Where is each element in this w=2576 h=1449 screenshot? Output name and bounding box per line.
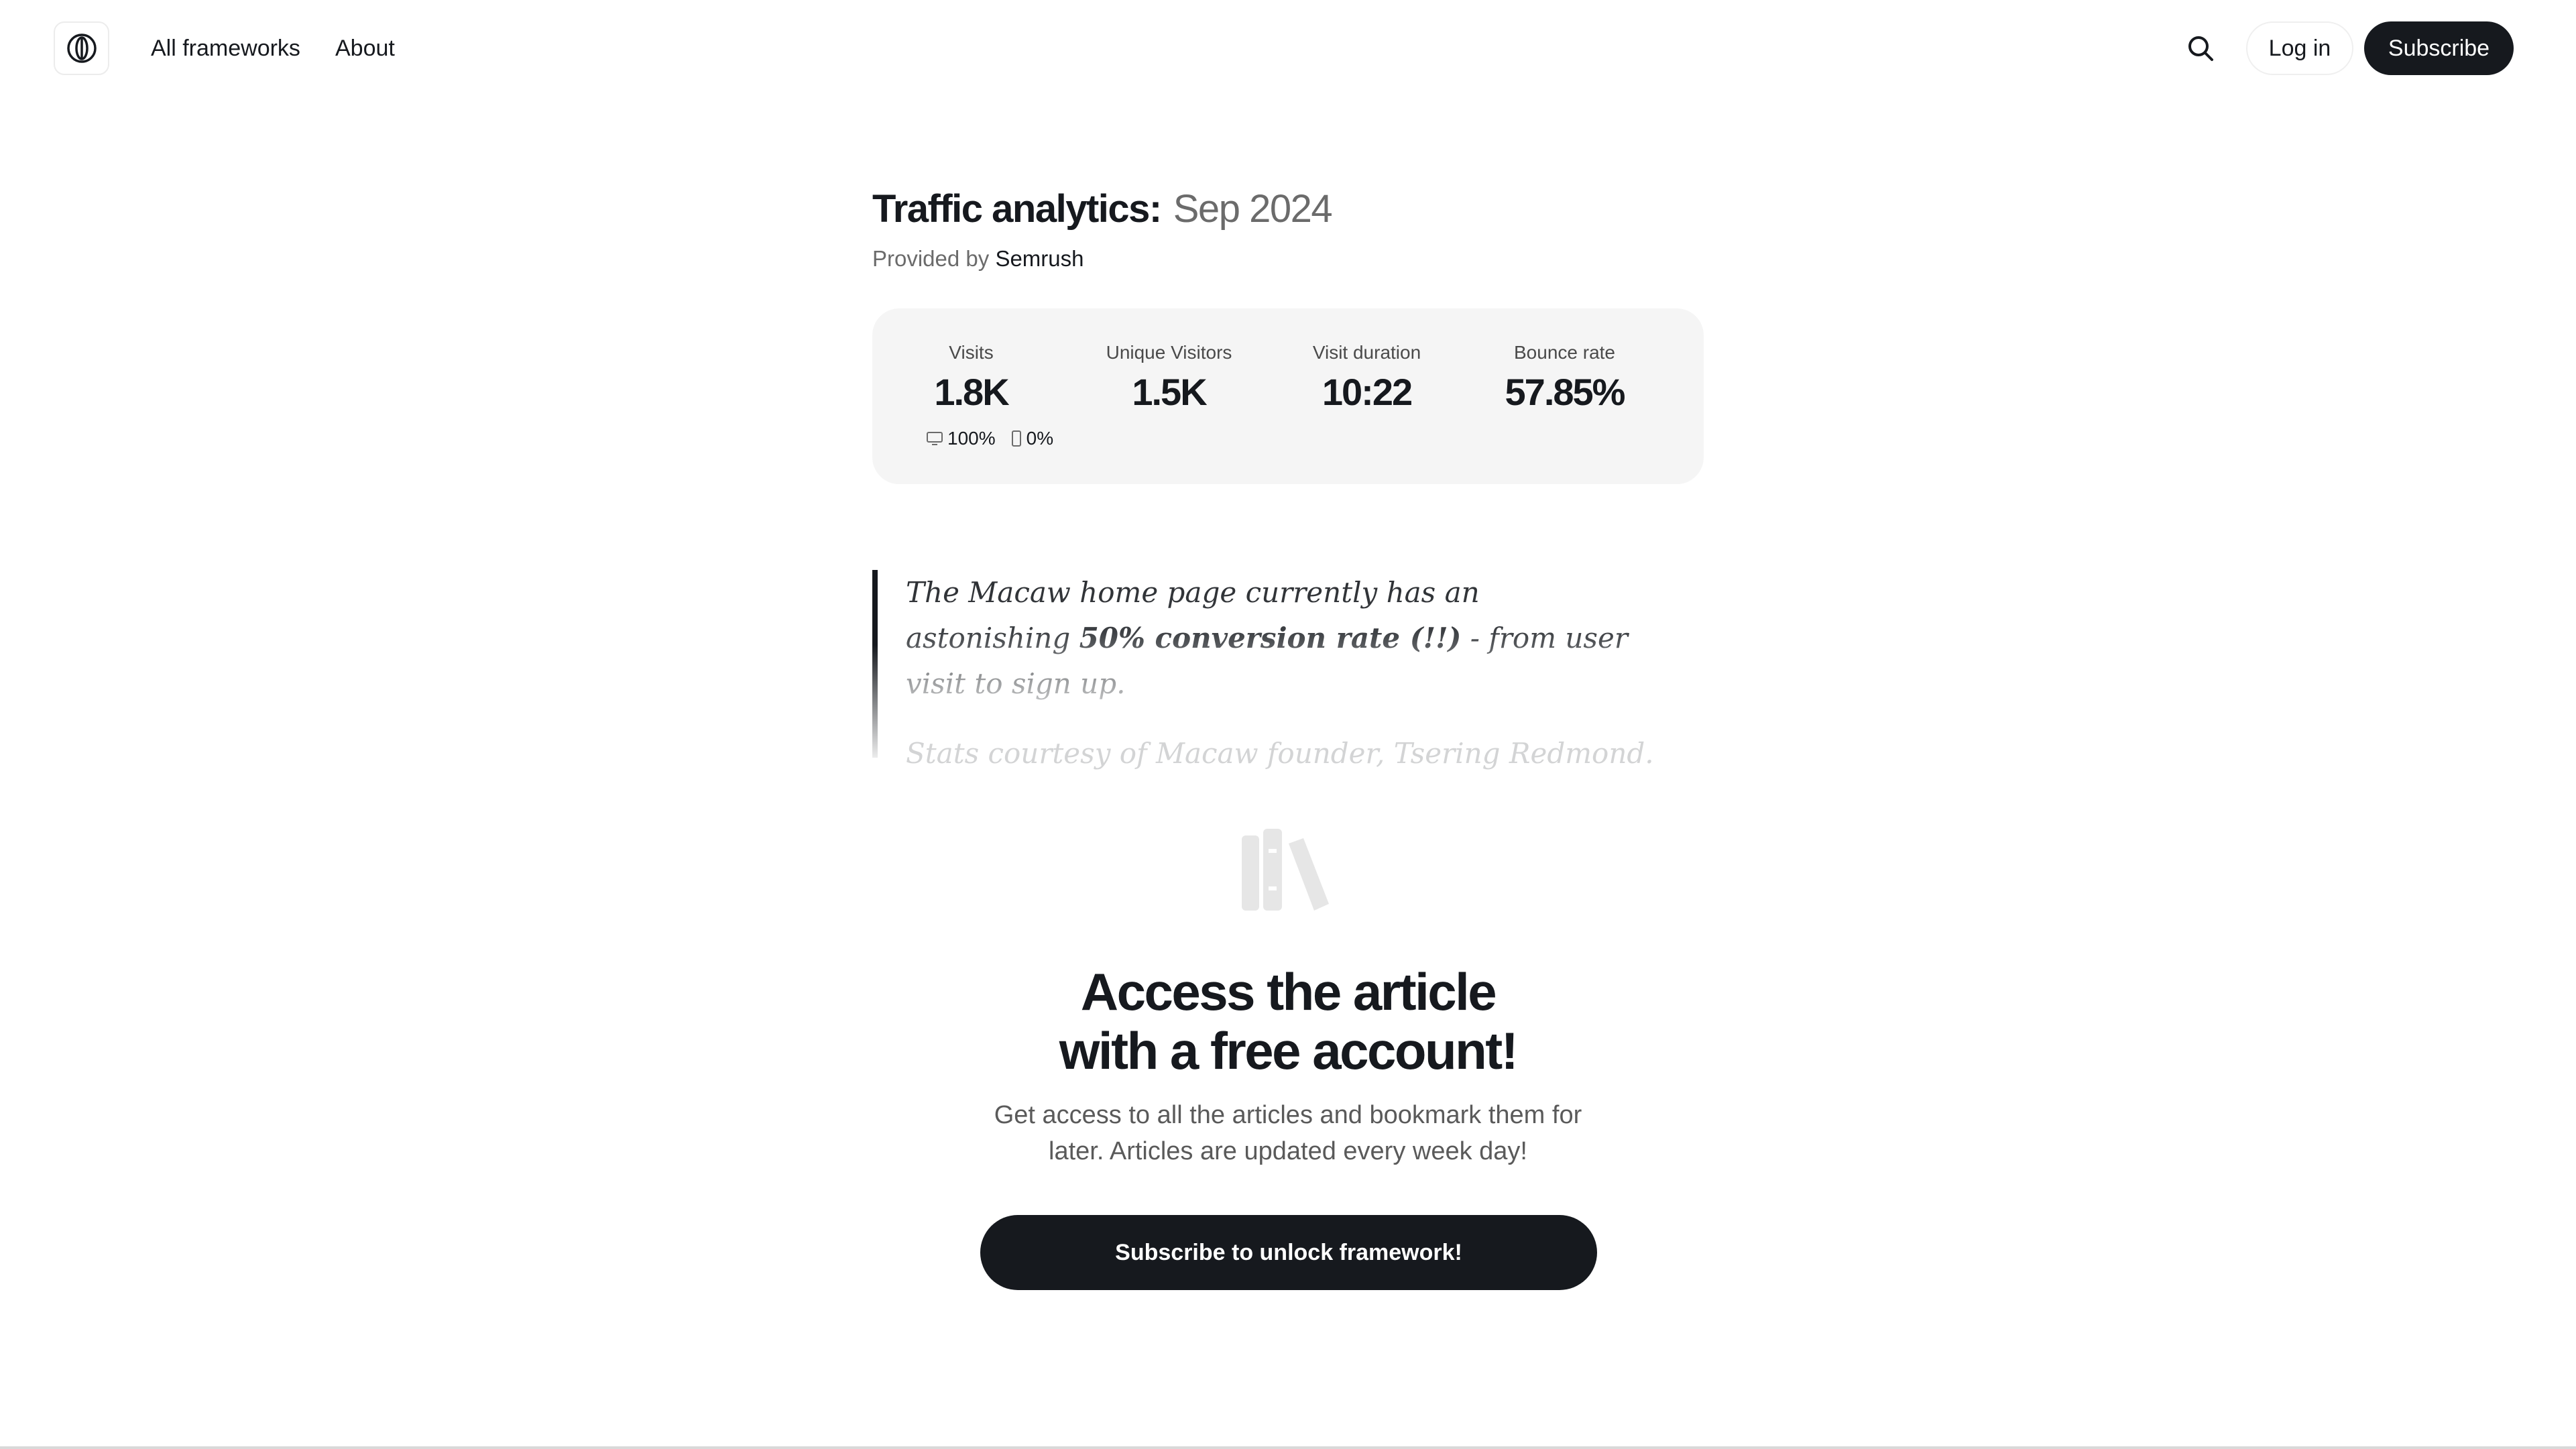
quote-block: The Macaw home page currently has an ast…: [872, 570, 1704, 770]
cta-title-line2: with a free account!: [1059, 1021, 1519, 1080]
stat-visits: Visits 1.8K: [872, 339, 1070, 416]
page: All frameworks About Log in Subscribe Tr…: [0, 0, 2576, 1449]
title-text: Traffic analytics:: [872, 187, 1162, 231]
subscribe-button[interactable]: Subscribe: [2364, 21, 2514, 75]
provided-by: Provided by Semrush: [872, 246, 1084, 272]
mobile-share: 0%: [1026, 428, 1054, 449]
login-button[interactable]: Log in: [2246, 21, 2353, 75]
home-logo-link[interactable]: [54, 21, 109, 75]
stat-visit-duration: Visit duration 10:22: [1268, 339, 1466, 416]
cta-subtitle-line2: later. Articles are updated every week d…: [1049, 1137, 1527, 1165]
quote-text-bold: 50% conversion rate (!!): [1079, 622, 1462, 654]
provider-name: Semrush: [995, 246, 1084, 271]
stat-label: Bounce rate: [1514, 342, 1615, 363]
stat-label: Unique Visitors: [1106, 342, 1232, 363]
desktop-share: 100%: [947, 428, 996, 449]
page-title: Traffic analytics: Sep 2024: [872, 186, 1333, 231]
nav-all-frameworks[interactable]: All frameworks: [151, 32, 300, 64]
device-desktop: 100%: [926, 428, 996, 449]
device-mobile: 0%: [1010, 428, 1053, 449]
cta-title: Access the article with a free account!: [886, 962, 1690, 1080]
quote-text: The Macaw home page currently has an ast…: [906, 570, 1643, 707]
stat-unique-visitors: Unique Visitors 1.5K: [1070, 339, 1268, 416]
search-icon: [2188, 36, 2213, 61]
subscribe-unlock-button[interactable]: Subscribe to unlock framework!: [980, 1215, 1597, 1290]
stat-value: 57.85%: [1505, 371, 1626, 413]
title-date: Sep 2024: [1173, 187, 1333, 231]
stat-value: 1.5K: [1132, 371, 1207, 413]
nav-about[interactable]: About: [335, 32, 395, 64]
search-button[interactable]: [2179, 27, 2222, 70]
stat-value: 1.8K: [934, 371, 1009, 413]
divider: [0, 1446, 2576, 1449]
traffic-stats-card: Visits 1.8K Unique Visitors 1.5K Visit d…: [872, 308, 1704, 484]
provided-prefix: Provided by: [872, 246, 990, 271]
cta-subtitle: Get access to all the articles and bookm…: [953, 1097, 1623, 1169]
device-split: 100% 0%: [926, 428, 1068, 449]
books-icon: [1242, 829, 1329, 911]
quote-credit: Stats courtesy of Macaw founder, Tsering…: [906, 737, 1654, 770]
portal-logo-icon: [66, 34, 97, 63]
cta-title-line1: Access the article: [1080, 962, 1497, 1021]
stat-label: Visits: [949, 342, 994, 363]
cta-subtitle-line1: Get access to all the articles and bookm…: [994, 1101, 1582, 1129]
stat-label: Visit duration: [1312, 342, 1421, 363]
stat-value: 10:22: [1322, 371, 1413, 413]
site-header: All frameworks About Log in Subscribe: [0, 0, 2576, 97]
desktop-icon: [927, 432, 943, 445]
mobile-icon: [1011, 430, 1021, 447]
stat-bounce-rate: Bounce rate 57.85%: [1466, 339, 1663, 416]
